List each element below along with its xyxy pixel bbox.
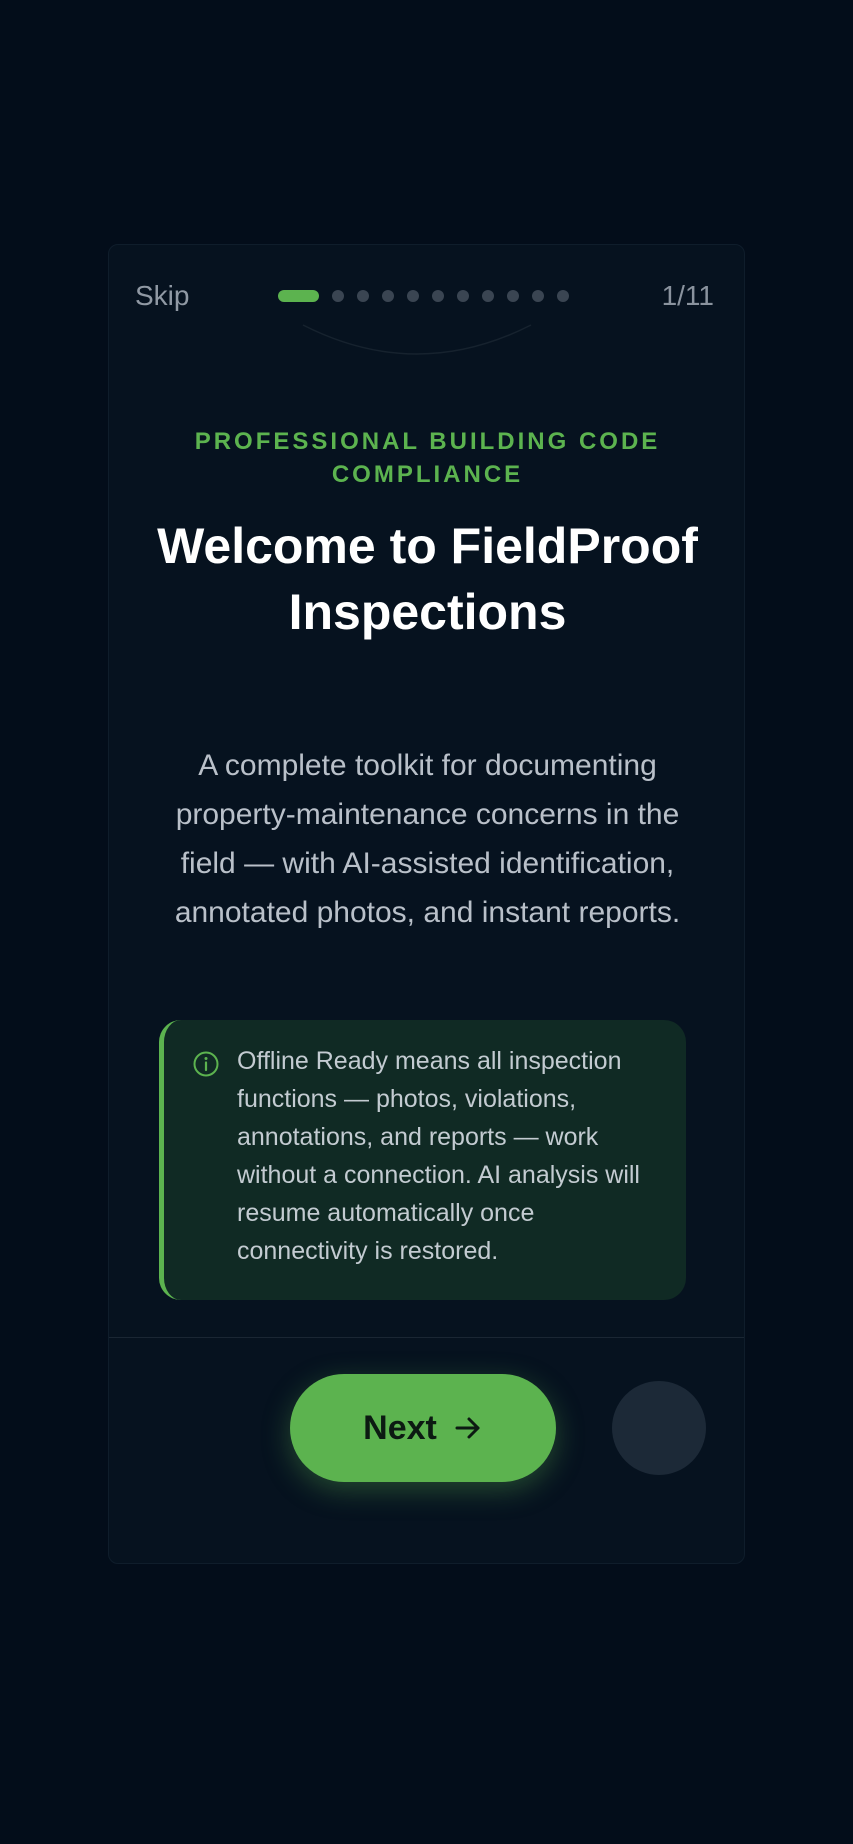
next-button-label: Next	[363, 1408, 437, 1447]
top-bar: Skip 1/11	[109, 271, 744, 321]
offline-notice: Offline Ready means all inspection funct…	[159, 1020, 686, 1300]
progress-dot	[457, 290, 469, 302]
notice-text: Offline Ready means all inspection funct…	[237, 1047, 640, 1265]
eyebrow-label: PROFESSIONAL BUILDING CODE COMPLIANCE	[194, 428, 661, 488]
progress-dot-active	[278, 290, 319, 302]
skip-button[interactable]: Skip	[135, 271, 189, 321]
progress-dot	[482, 290, 494, 302]
progress-dot	[332, 290, 344, 302]
description: A complete toolkit for documenting prope…	[174, 749, 681, 929]
progress-dot	[382, 290, 394, 302]
onboarding-card: Skip 1/11 PROFESSIONAL BUILDING CODE COM…	[108, 244, 745, 1564]
progress-dots	[278, 290, 569, 302]
arrow-right-icon	[455, 1417, 480, 1439]
onboarding-screen: Skip 1/11 PROFESSIONAL BUILDING CODE COM…	[0, 0, 853, 1844]
progress-dot	[557, 290, 569, 302]
progress-dot	[357, 290, 369, 302]
progress-dot	[532, 290, 544, 302]
info-icon	[193, 1051, 219, 1077]
decorative-arc	[302, 324, 532, 355]
progress-dot	[432, 290, 444, 302]
page-title: Welcome to FieldProof Inspections	[157, 518, 698, 640]
progress-dot	[507, 290, 519, 302]
progress-dot	[407, 290, 419, 302]
footer-divider	[109, 1337, 744, 1338]
round-action-button[interactable]	[612, 1381, 706, 1475]
next-button[interactable]: Next	[290, 1374, 556, 1482]
step-counter: 1/11	[661, 280, 714, 311]
